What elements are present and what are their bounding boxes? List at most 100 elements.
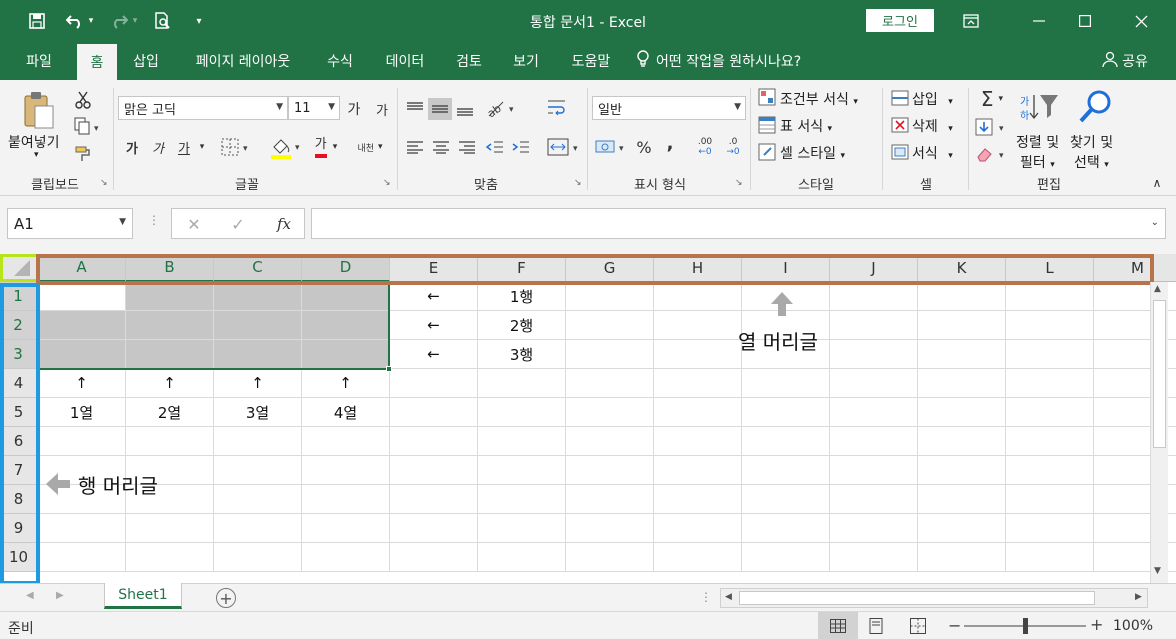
decrease-indent-icon[interactable] [484,136,506,158]
autosum-icon[interactable]: Σ ▾ [974,87,1010,111]
cell-e8[interactable] [390,485,478,514]
cut-icon[interactable] [72,90,94,110]
increase-indent-icon[interactable] [510,136,532,158]
row-header-1[interactable]: 1 [0,282,38,311]
select-all-button[interactable] [0,254,38,282]
cell-e7[interactable] [390,456,478,485]
undo-dropdown-icon[interactable]: ▾ [84,8,98,34]
cell-h3[interactable] [654,340,742,369]
cell-a10[interactable] [38,543,126,572]
cell-a3[interactable] [38,340,126,369]
format-as-table-icon[interactable] [758,116,776,134]
cell-d4[interactable]: ↑ [302,369,390,398]
zoom-in-icon[interactable]: + [1090,615,1103,634]
cell-f2[interactable]: 2행 [478,311,566,340]
scroll-down-icon[interactable]: ▼ [1154,566,1161,576]
cell-j2[interactable] [830,311,918,340]
login-button[interactable]: 로그인 [866,9,934,32]
fill-color-icon[interactable]: ▾ [268,134,304,160]
align-center-icon[interactable] [430,136,452,158]
sort-filter-icon[interactable]: 가하 [1020,90,1060,124]
align-bottom-icon[interactable] [454,98,476,120]
ribbon-display-options-icon[interactable] [948,0,994,42]
insert-cells-button[interactable]: 삽입 ▾ [912,89,953,109]
find-select-line1[interactable]: 찾기 및 [1070,132,1113,152]
confirm-entry-icon[interactable]: ✓ [228,214,248,234]
align-right-icon[interactable] [456,136,478,158]
cell-l9[interactable] [1006,514,1094,543]
number-launcher-icon[interactable]: ↘ [735,178,743,188]
cell-g5[interactable] [566,398,654,427]
conditional-format-icon[interactable] [758,88,776,106]
cell-d8[interactable] [302,485,390,514]
column-header-k[interactable]: K [918,254,1006,282]
cell-h8[interactable] [654,485,742,514]
tab-insert[interactable]: 삽입 [124,42,168,80]
print-preview-icon[interactable] [150,8,176,34]
cell-a5[interactable]: 1열 [38,398,126,427]
cell-a1[interactable] [38,282,126,311]
zoom-out-icon[interactable]: − [948,616,961,635]
cell-g9[interactable] [566,514,654,543]
cell-j1[interactable] [830,282,918,311]
cell-a4[interactable]: ↑ [38,369,126,398]
cell-e3[interactable]: ← [390,340,478,369]
format-painter-icon[interactable] [72,144,94,164]
cell-f7[interactable] [478,456,566,485]
format-as-table-button[interactable]: 표 서식 ▾ [780,116,832,136]
cell-g8[interactable] [566,485,654,514]
cell-k5[interactable] [918,398,1006,427]
vertical-scrollbar[interactable]: ▲ ▼ [1150,282,1168,583]
new-sheet-icon[interactable]: + [216,588,236,608]
cell-g10[interactable] [566,543,654,572]
cell-e9[interactable] [390,514,478,543]
wrap-text-icon[interactable] [546,96,568,120]
cell-b5[interactable]: 2열 [126,398,214,427]
cell-h1[interactable] [654,282,742,311]
column-header-d[interactable]: D [302,254,390,282]
column-header-b[interactable]: B [126,254,214,282]
close-icon[interactable] [1118,0,1164,42]
save-icon[interactable] [24,8,50,34]
format-cells-icon[interactable] [890,143,910,161]
merge-center-icon[interactable]: ▾ [546,136,582,158]
cell-e6[interactable] [390,427,478,456]
tab-home[interactable]: 홈 [77,44,117,80]
tab-help[interactable]: 도움말 [561,42,621,80]
align-top-icon[interactable] [404,98,426,120]
number-format-combo[interactable]: 일반 ▼ [592,96,746,120]
decrease-decimal-button[interactable]: .0 →0 [722,134,744,160]
cell-g1[interactable] [566,282,654,311]
column-header-j[interactable]: J [830,254,918,282]
tell-me-box[interactable]: 어떤 작업을 원하시나요? [636,42,836,80]
tab-view[interactable]: 보기 [503,42,549,80]
alignment-launcher-icon[interactable]: ↘ [574,178,582,188]
collapse-ribbon-icon[interactable]: ∧ [1148,174,1166,192]
cell-k8[interactable] [918,485,1006,514]
cell-l3[interactable] [1006,340,1094,369]
zoom-slider-thumb[interactable] [1023,618,1028,634]
zoom-level[interactable]: 100% [1113,618,1153,634]
cell-i4[interactable] [742,369,830,398]
cell-l10[interactable] [1006,543,1094,572]
cell-i7[interactable] [742,456,830,485]
cell-i6[interactable] [742,427,830,456]
cell-f5[interactable] [478,398,566,427]
cell-b9[interactable] [126,514,214,543]
delete-cells-icon[interactable] [890,116,910,134]
cell-h7[interactable] [654,456,742,485]
cell-j4[interactable] [830,369,918,398]
clear-icon[interactable]: ▾ [974,143,1010,165]
find-select-icon[interactable] [1076,88,1116,126]
cell-c8[interactable] [214,485,302,514]
cell-a2[interactable] [38,311,126,340]
cell-k3[interactable] [918,340,1006,369]
fill-handle[interactable] [386,366,392,372]
font-name-combo[interactable]: 맑은 고딕 ▼ [118,96,288,120]
row-header-5[interactable]: 5 [0,398,38,427]
cell-h5[interactable] [654,398,742,427]
cell-j3[interactable] [830,340,918,369]
cell-j8[interactable] [830,485,918,514]
font-color-button[interactable]: 가 ▾ [308,134,344,160]
cell-c9[interactable] [214,514,302,543]
